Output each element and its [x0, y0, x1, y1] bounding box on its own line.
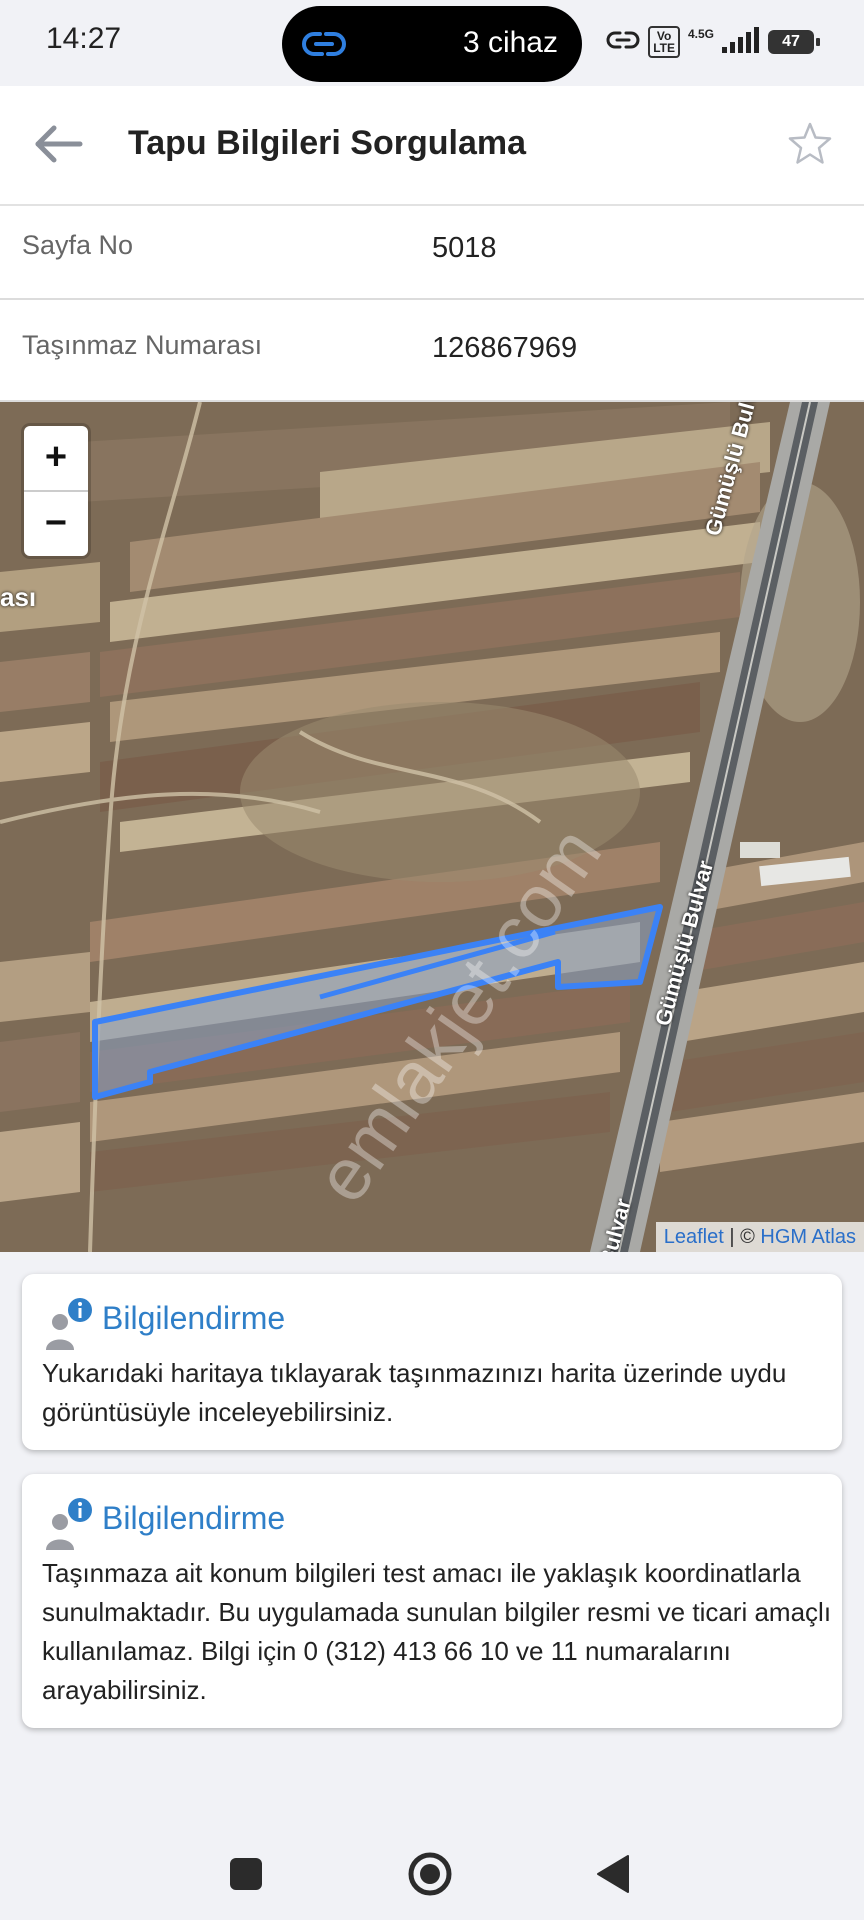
row-value: 5018: [432, 232, 497, 264]
volte-icon: Vo LTE: [648, 26, 680, 58]
place-label: ası: [0, 582, 37, 612]
zoom-control: + −: [24, 426, 88, 556]
card-body: Taşınmaza ait konum bilgileri test amacı…: [42, 1558, 832, 1705]
status-time: 14:27: [46, 22, 122, 55]
info-row-tasinmaz-numarasi: Taşınmaz Numarası 126867969: [0, 300, 864, 402]
star-outline-icon[interactable]: [786, 120, 834, 168]
info-card: Bilgilendirme Yukarıdaki haritaya tıklay…: [22, 1274, 842, 1450]
row-label: Taşınmaz Numarası: [22, 330, 263, 360]
recents-square-icon[interactable]: [216, 1844, 276, 1904]
connected-devices-text: 3 cihaz: [462, 26, 558, 59]
network-type: 4.5G: [687, 27, 714, 41]
card-title: Bilgilendirme: [102, 1300, 286, 1336]
zoom-out-button[interactable]: −: [24, 492, 88, 556]
satellite-map[interactable]: ası Gümüşlü Bulvar Gümüşlü Bulvar Bulvar…: [0, 402, 864, 1252]
attribution-separator: | ©: [723, 1226, 761, 1248]
battery-icon: 47: [768, 30, 820, 54]
back-triangle-icon[interactable]: [584, 1844, 644, 1904]
arrow-left-icon[interactable]: [30, 118, 86, 170]
info-row-sayfa-no: Sayfa No 5018: [0, 206, 864, 300]
user-info-icon: [40, 1496, 96, 1552]
battery-level: 47: [782, 33, 800, 50]
user-info-icon: [40, 1296, 96, 1352]
row-label: Sayfa No: [22, 230, 134, 260]
home-circle-icon[interactable]: [400, 1844, 460, 1904]
page-title: Tapu Bilgileri Sorgulama: [128, 124, 526, 162]
info-card: Bilgilendirme Taşınmaza ait konum bilgil…: [22, 1474, 842, 1728]
status-icons: Vo LTE 4.5G 47: [606, 24, 820, 60]
signal-icon: [722, 26, 760, 58]
leaflet-link[interactable]: Leaflet: [664, 1226, 724, 1248]
system-nav-bar: [0, 1820, 864, 1920]
chain-icon: [606, 27, 640, 58]
map-attribution: Leaflet | © HGM Atlas: [655, 1222, 864, 1252]
connected-devices-pill[interactable]: 3 cihaz: [282, 6, 582, 82]
row-value: 126867969: [432, 332, 578, 364]
card-title: Bilgilendirme: [102, 1500, 286, 1536]
status-bar: 14:27 3 cihaz Vo LTE 4.5G 47: [0, 0, 864, 86]
card-body: Yukarıdaki haritaya tıklayarak taşınmazı…: [42, 1358, 787, 1427]
zoom-in-button[interactable]: +: [24, 426, 88, 492]
link-icon: [302, 24, 346, 69]
app-bar: Tapu Bilgileri Sorgulama: [0, 86, 864, 206]
hgm-atlas-link[interactable]: HGM Atlas: [760, 1226, 856, 1248]
